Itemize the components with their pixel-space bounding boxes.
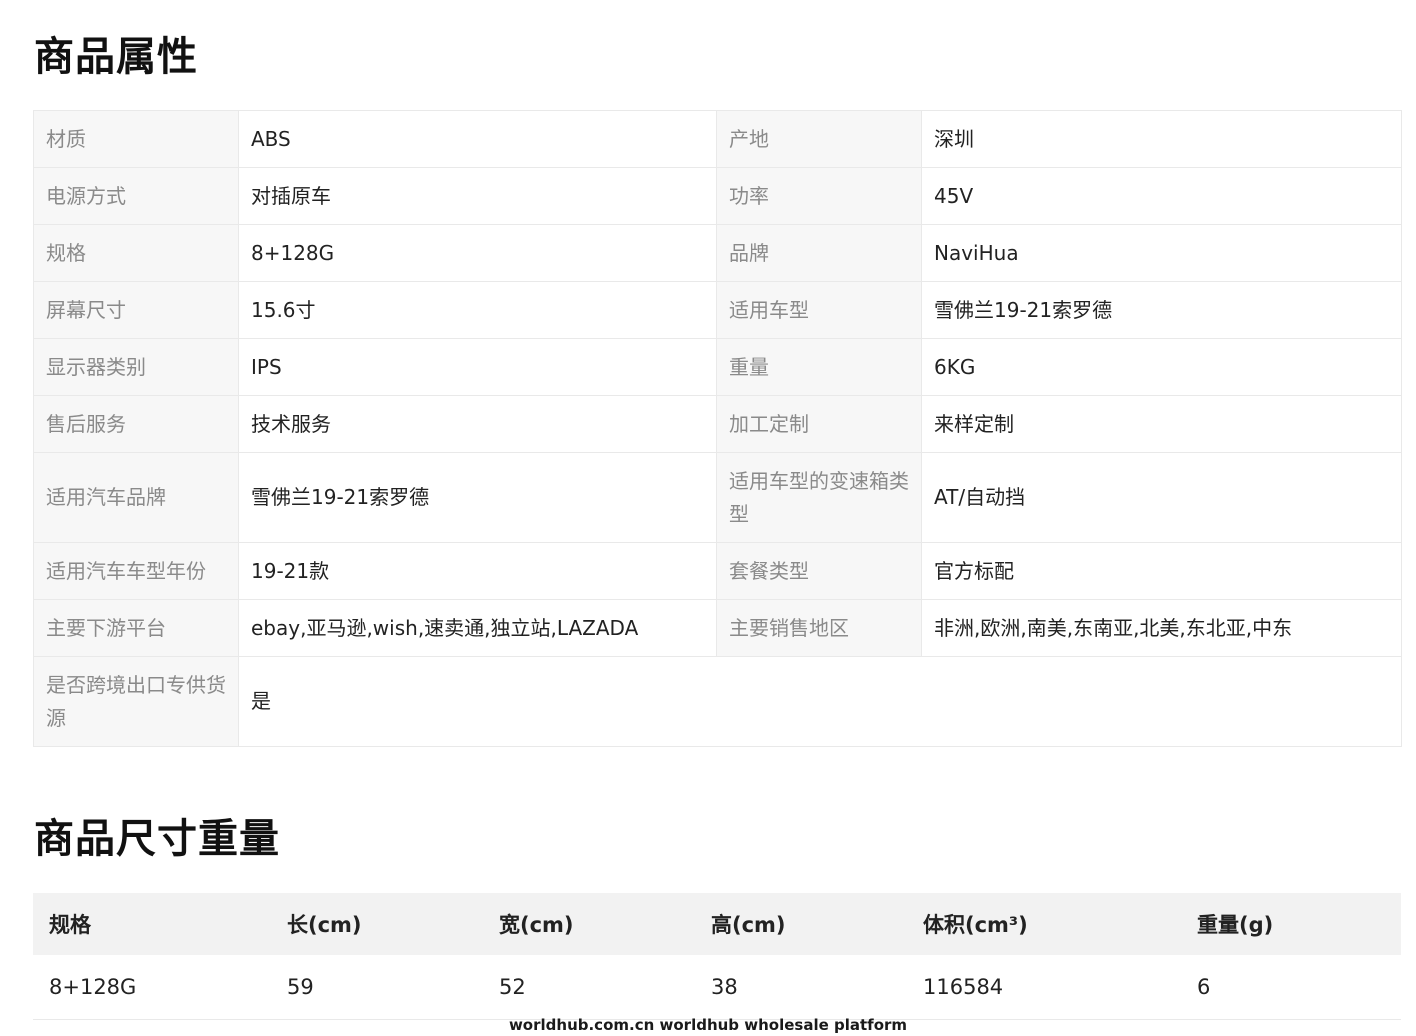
attribute-value: NaviHua [921, 224, 1402, 282]
table-row: 8+128G 59 52 38 116584 6 [33, 955, 1401, 1020]
attribute-key: 适用汽车车型年份 [33, 542, 239, 600]
attribute-row: 是否跨境出口专供货源 是 [33, 656, 1402, 747]
attribute-key: 功率 [716, 167, 922, 225]
attribute-value: IPS [238, 338, 717, 396]
table-cell: 6 [1181, 955, 1401, 1020]
column-header: 重量(g) [1181, 893, 1401, 955]
attribute-row: 主要下游平台 ebay,亚马逊,wish,速卖通,独立站,LAZADA 主要销售… [33, 599, 1402, 657]
attribute-row: 适用汽车品牌 雪佛兰19-21索罗德 适用车型的变速箱类型 AT/自动挡 [33, 452, 1402, 543]
attribute-key: 适用汽车品牌 [33, 452, 239, 543]
attribute-key: 售后服务 [33, 395, 239, 453]
attribute-value: AT/自动挡 [921, 452, 1402, 543]
section-title-size-weight: 商品尺寸重量 [34, 816, 280, 862]
attribute-value: 深圳 [921, 110, 1402, 168]
attribute-value: 非洲,欧洲,南美,东南亚,北美,东北亚,中东 [921, 599, 1402, 657]
attribute-value: ebay,亚马逊,wish,速卖通,独立站,LAZADA [238, 599, 717, 657]
attribute-key: 主要销售地区 [716, 599, 922, 657]
size-weight-table: 规格 长(cm) 宽(cm) 高(cm) 体积(cm³) 重量(g) 8+128… [33, 893, 1401, 1020]
attribute-value: 6KG [921, 338, 1402, 396]
section-title-attributes: 商品属性 [34, 34, 198, 80]
attribute-key: 产地 [716, 110, 922, 168]
attribute-row: 屏幕尺寸 15.6寸 适用车型 雪佛兰19-21索罗德 [33, 281, 1402, 339]
attribute-key: 显示器类别 [33, 338, 239, 396]
attribute-key: 规格 [33, 224, 239, 282]
attribute-value: 19-21款 [238, 542, 717, 600]
attribute-key: 电源方式 [33, 167, 239, 225]
column-header: 宽(cm) [483, 893, 695, 955]
attribute-value: 对插原车 [238, 167, 717, 225]
attribute-value: 是 [238, 656, 1402, 747]
table-cell: 38 [695, 955, 907, 1020]
attribute-value: 官方标配 [921, 542, 1402, 600]
attribute-row: 适用汽车车型年份 19-21款 套餐类型 官方标配 [33, 542, 1402, 600]
attribute-key: 重量 [716, 338, 922, 396]
attribute-row: 售后服务 技术服务 加工定制 来样定制 [33, 395, 1402, 453]
product-detail-page: 商品属性 材质 ABS 产地 深圳 电源方式 对插原车 功率 45V 规格 8+… [0, 0, 1416, 1036]
attribute-key: 屏幕尺寸 [33, 281, 239, 339]
attribute-key: 适用车型的变速箱类型 [716, 452, 922, 543]
attribute-value: 来样定制 [921, 395, 1402, 453]
attribute-value: 技术服务 [238, 395, 717, 453]
attribute-key: 品牌 [716, 224, 922, 282]
attribute-key: 主要下游平台 [33, 599, 239, 657]
attribute-row: 规格 8+128G 品牌 NaviHua [33, 224, 1402, 282]
watermark-text: worldhub.com.cn worldhub wholesale platf… [508, 1016, 908, 1034]
attribute-value: 雪佛兰19-21索罗德 [921, 281, 1402, 339]
attribute-row: 显示器类别 IPS 重量 6KG [33, 338, 1402, 396]
attribute-value: ABS [238, 110, 717, 168]
column-header: 高(cm) [695, 893, 907, 955]
attribute-value: 15.6寸 [238, 281, 717, 339]
column-header: 体积(cm³) [907, 893, 1181, 955]
attribute-row: 电源方式 对插原车 功率 45V [33, 167, 1402, 225]
attribute-key: 是否跨境出口专供货源 [33, 656, 239, 747]
attribute-key: 适用车型 [716, 281, 922, 339]
attribute-key: 加工定制 [716, 395, 922, 453]
attribute-key: 材质 [33, 110, 239, 168]
attribute-value: 雪佛兰19-21索罗德 [238, 452, 717, 543]
table-cell: 8+128G [33, 955, 271, 1020]
table-header-row: 规格 长(cm) 宽(cm) 高(cm) 体积(cm³) 重量(g) [33, 893, 1401, 955]
attribute-row: 材质 ABS 产地 深圳 [33, 110, 1402, 168]
attribute-value: 8+128G [238, 224, 717, 282]
column-header: 规格 [33, 893, 271, 955]
table-cell: 52 [483, 955, 695, 1020]
attributes-table: 材质 ABS 产地 深圳 电源方式 对插原车 功率 45V 规格 8+128G … [33, 110, 1402, 747]
table-cell: 116584 [907, 955, 1181, 1020]
attribute-key: 套餐类型 [716, 542, 922, 600]
attribute-value: 45V [921, 167, 1402, 225]
table-cell: 59 [271, 955, 483, 1020]
column-header: 长(cm) [271, 893, 483, 955]
